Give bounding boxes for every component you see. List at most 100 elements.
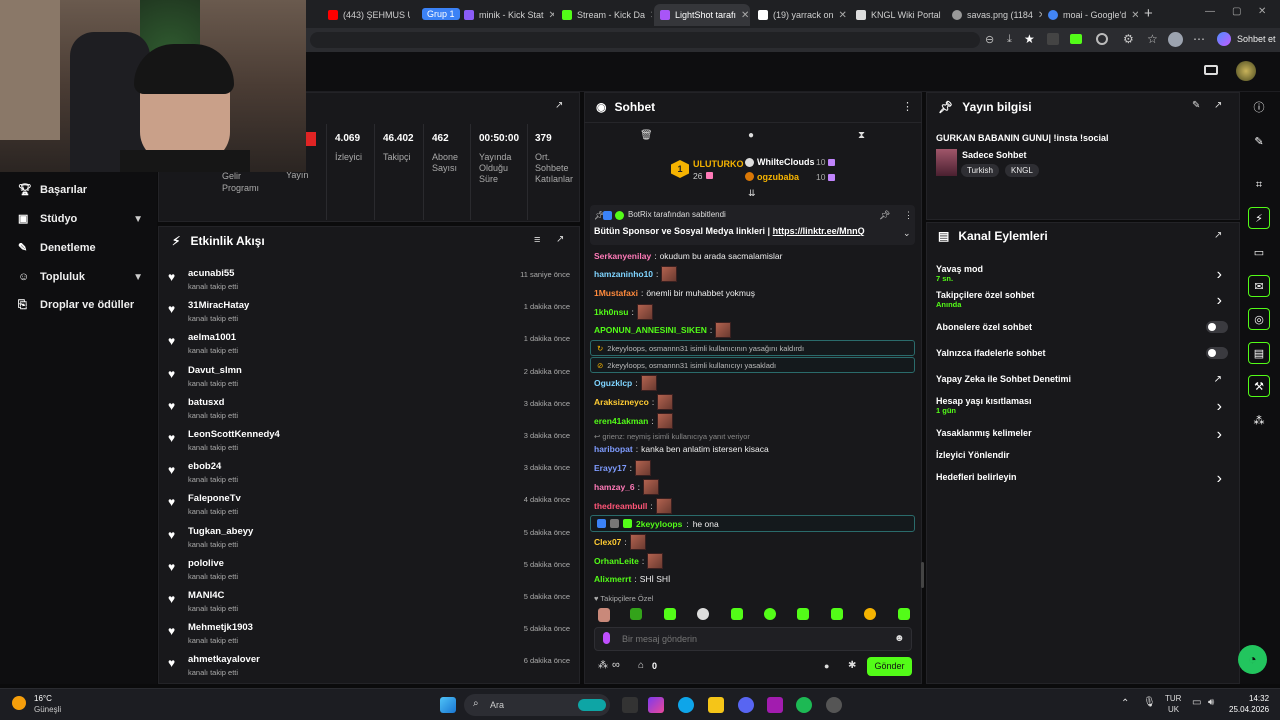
activity-row[interactable]: ♥ Tugkan_abeyy kanalı takip etti 5 dakika ö… xyxy=(168,522,574,554)
chat-message[interactable]: thedreambull: xyxy=(594,498,672,514)
user-avatar[interactable] xyxy=(1236,61,1256,81)
new-tab-button[interactable]: + xyxy=(1144,5,1153,22)
chat-message[interactable]: hamzaninho10: xyxy=(594,266,678,282)
chat-message[interactable]: hamzay_6: xyxy=(594,479,660,495)
channel-action-item[interactable]: Abonelere özel sohbet xyxy=(936,321,1232,344)
activity-row[interactable]: ♥ 31MiracHatay kanalı takip etti 1 dakika ö… xyxy=(168,296,574,328)
weather-temp[interactable]: 16°C xyxy=(34,694,52,703)
discord-icon[interactable] xyxy=(738,697,754,713)
close-icon[interactable]: ✕ xyxy=(1131,10,1138,21)
chat-username[interactable]: 1kh0nsu xyxy=(594,307,629,317)
emote-icon[interactable] xyxy=(797,608,809,620)
extension-icon[interactable] xyxy=(1047,33,1059,45)
profile-avatar[interactable] xyxy=(1168,32,1183,47)
chat-message[interactable]: haribopat: kanka ben anlatim istersen kis… xyxy=(594,444,769,454)
hourglass-icon[interactable]: ⧗ xyxy=(858,130,865,141)
activity-username[interactable]: Tugkan_abeyy xyxy=(188,526,253,537)
pencil-icon[interactable]: ✎ xyxy=(1248,130,1270,152)
sidebar-item-drops[interactable]: ⎘ Droplar ve ödüller xyxy=(18,299,134,311)
chat-username[interactable]: Oguzklcp xyxy=(594,378,632,388)
app-icon[interactable] xyxy=(767,697,783,713)
browser-tab[interactable]: Stream - Kick Da✕ xyxy=(556,4,652,26)
activity-username[interactable]: Davut_slmn xyxy=(188,365,242,376)
emote-icon[interactable] xyxy=(630,608,642,620)
activity-username[interactable]: aelma1001 xyxy=(188,332,236,343)
activity-row[interactable]: ♥ aelma1001 kanalı takip etti 1 dakika önce xyxy=(168,328,574,360)
clock-time[interactable]: 14:32 xyxy=(1249,694,1269,703)
chat-username[interactable]: Alixmerrt xyxy=(594,574,631,584)
broadcast-icon[interactable]: ◎ xyxy=(1248,308,1270,330)
chat-username[interactable]: 1Mustafaxi xyxy=(594,288,638,298)
channel-action-item[interactable]: Yalnızca ifadelerle sohbet xyxy=(936,347,1232,370)
channel-action-item[interactable]: Yasaklanmış kelimeler › xyxy=(936,426,1232,450)
chevron-down-icon[interactable]: ▼ xyxy=(133,272,143,283)
gifter-name[interactable]: ogzubaba xyxy=(757,172,799,182)
bolt-icon[interactable]: ⚡︎ xyxy=(1248,207,1270,229)
browser-tab[interactable]: minik - Kick Stat ✕ xyxy=(458,4,554,26)
chevron-right-icon[interactable]: › xyxy=(1217,266,1222,284)
expand-icon[interactable]: ⇊ xyxy=(748,188,756,199)
stream-preview-icon[interactable] xyxy=(1204,65,1218,75)
highlighted-message[interactable]: 2keyyloops: he ona xyxy=(590,515,915,532)
activity-row[interactable]: ♥ pololive kanalı takip etti 5 dakika önce xyxy=(168,554,574,586)
pinned-link[interactable]: https://linktr.ee/MnnQ xyxy=(773,226,865,236)
chevron-right-icon[interactable]: › xyxy=(1217,292,1222,310)
channel-action-item[interactable]: Takipçilere özel sohbet Anında › xyxy=(936,290,1232,312)
copilot-app-icon[interactable] xyxy=(648,697,664,713)
microphone-tray-icon[interactable]: 🎙︎ xyxy=(1143,697,1156,708)
activity-row[interactable]: ♥ ebob24 kanalı takip etti 3 dakika önce xyxy=(168,457,574,489)
activity-username[interactable]: pololive xyxy=(188,558,224,569)
activity-username[interactable]: ebob24 xyxy=(188,461,221,472)
chat-username[interactable]: Erayy17 xyxy=(594,463,627,473)
chat-menu-icon[interactable]: ⋮ xyxy=(902,100,913,113)
bookmark-star-icon[interactable]: ★ xyxy=(1024,32,1035,46)
popout-icon[interactable]: ↗ xyxy=(1214,230,1222,241)
store-icon[interactable]: ⌂ xyxy=(638,660,644,671)
chat-bubble-icon[interactable]: ✉ xyxy=(1248,275,1270,297)
activity-row[interactable]: ♥ batusxd kanalı takip etti 3 dakika önce xyxy=(168,393,574,425)
chat-username[interactable]: haribopat xyxy=(594,444,633,454)
tray-chevron-icon[interactable]: ⌃ xyxy=(1121,698,1129,709)
chat-message[interactable]: OrhanLeite: xyxy=(594,553,664,569)
chat-message[interactable]: Serkanyenilay: okudum bu arada sacmalamis… xyxy=(594,251,782,261)
window-close-icon[interactable]: ✕ xyxy=(1258,6,1266,17)
chat-message[interactable]: Alixmerrt: SHİ SHİ xyxy=(594,574,670,584)
pinned-menu-icon[interactable]: ⋮ xyxy=(904,210,913,221)
channel-action-item[interactable]: Hesap yaşı kısıtlaması 1 gün › xyxy=(936,396,1232,418)
chat-username[interactable]: eren41akman xyxy=(594,416,648,426)
address-bar[interactable] xyxy=(310,32,980,48)
browser-tab[interactable]: (443) ŞEHMUS U✕ xyxy=(322,4,410,26)
browser-tab-active[interactable]: LightShot tarafı ✕ xyxy=(654,4,750,26)
sohbet-et-button[interactable]: Sohbet et xyxy=(1237,34,1276,44)
popout-icon[interactable]: ↗ xyxy=(555,100,563,111)
close-icon[interactable]: ✕ xyxy=(839,10,847,21)
message-icon[interactable]: ● xyxy=(748,130,754,141)
chat-username[interactable]: Serkanyenilay xyxy=(594,251,651,261)
activity-username[interactable]: LeonScottKennedy4 xyxy=(188,429,280,440)
popout-icon[interactable]: ↗ xyxy=(556,234,564,245)
browser-tab[interactable]: moai - Google'd ✕ xyxy=(1042,4,1138,26)
activity-username[interactable]: ahmetkayalover xyxy=(188,654,260,665)
kick-extension-icon[interactable] xyxy=(1070,34,1082,44)
emote-icon[interactable] xyxy=(864,608,876,620)
emote-icon[interactable] xyxy=(664,608,676,620)
activity-row[interactable]: ♥ MANI4C kanalı takip etti 5 dakika önce xyxy=(168,586,574,618)
close-icon[interactable]: ✕ xyxy=(549,10,554,21)
chat-username[interactable]: hamzay_6 xyxy=(594,482,635,492)
clock-date[interactable]: 25.04.2026 xyxy=(1229,705,1269,714)
toggle-switch[interactable] xyxy=(1206,347,1228,359)
zoom-icon[interactable]: ⊖ xyxy=(985,33,994,46)
sidebar-item-moderation[interactable]: ✎ Denetleme xyxy=(18,242,96,254)
browser-tab[interactable]: savas.png (1184✕ xyxy=(946,4,1042,26)
chat-username[interactable]: thedreambull xyxy=(594,501,647,511)
chat-input[interactable] xyxy=(622,631,882,647)
more-icon[interactable]: ⋯ xyxy=(1193,32,1205,46)
file-icon[interactable]: ▭ xyxy=(1248,241,1270,263)
activity-username[interactable]: Mehmetjk1903 xyxy=(188,622,253,633)
channel-action-item[interactable]: Yapay Zeka ile Sohbet Denetimi ↗ xyxy=(936,374,1232,396)
windows-start-icon[interactable] xyxy=(440,697,456,713)
emote-icon[interactable] xyxy=(697,608,709,620)
lang-indicator-1[interactable]: TUR xyxy=(1165,694,1181,703)
activity-username[interactable]: 31MiracHatay xyxy=(188,300,249,311)
sidebar-item-achievements[interactable]: 🏆︎ Başarılar xyxy=(18,184,87,196)
